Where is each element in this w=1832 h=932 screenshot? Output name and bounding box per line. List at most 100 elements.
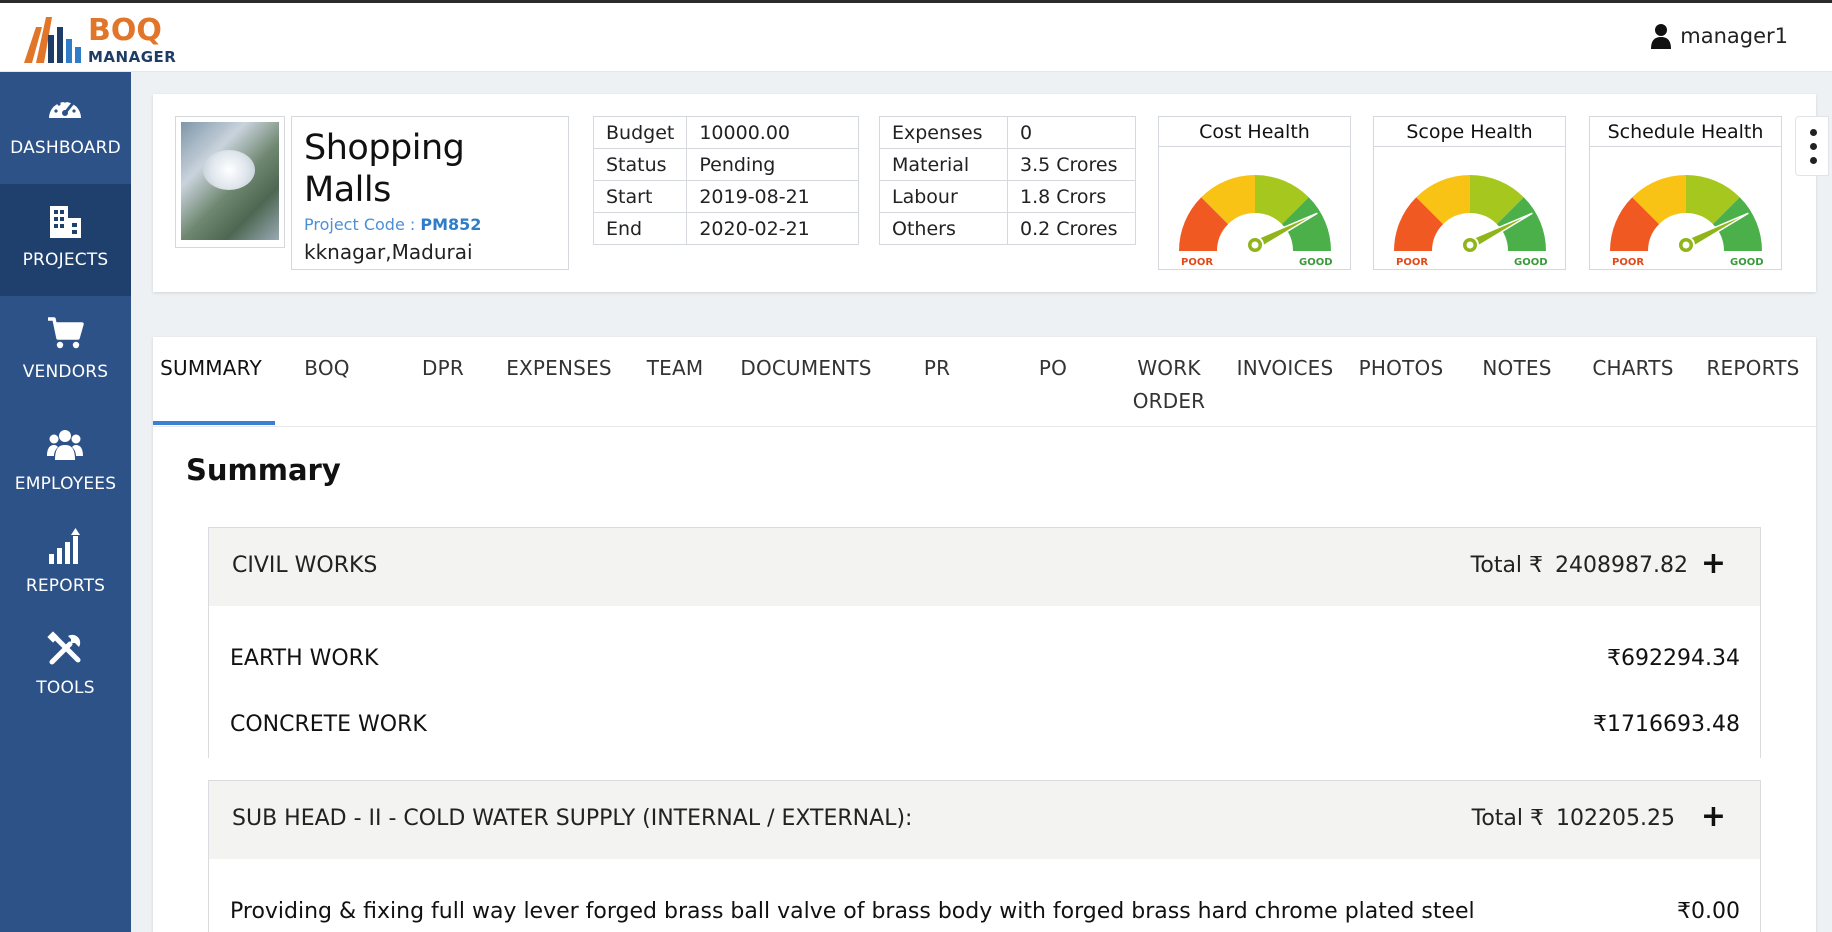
tab-charts[interactable]: CHARTS [1575, 337, 1691, 427]
project-info: Shopping Malls Project Code : PM852 kkna… [291, 116, 569, 270]
item-value: ₹1716693.48 [1593, 712, 1740, 737]
info-value: 10000.00 [686, 116, 860, 149]
sidebar-item-label: DASHBOARD [10, 138, 121, 158]
sidebar-item-employees[interactable]: EMPLOYEES [0, 408, 131, 520]
sidebar-item-tools[interactable]: TOOLS [0, 612, 131, 724]
project-name: Shopping Malls [304, 128, 465, 210]
group-header[interactable]: SUB HEAD - II - COLD WATER SUPPLY (INTER… [209, 781, 1760, 859]
table-row: Budget 10000.00 [592, 116, 860, 149]
total-value: 2408987.82 [1555, 553, 1688, 578]
gauge-good-label: GOOD [1299, 257, 1333, 268]
tab-po[interactable]: PO [995, 337, 1111, 427]
list-item: EARTH WORK ₹692294.34 [209, 626, 1760, 692]
tab-documents[interactable]: DOCUMENTS [733, 337, 879, 427]
expand-icon[interactable]: + [1701, 546, 1726, 581]
project-code-value: PM852 [420, 215, 482, 234]
gauge-poor-label: POOR [1181, 257, 1213, 268]
cost-label: Labour [879, 180, 1008, 213]
expand-icon[interactable]: + [1701, 799, 1726, 834]
sidebar-item-dashboard[interactable]: DASHBOARD [0, 72, 131, 184]
tools-icon [47, 631, 81, 665]
sidebar-item-reports[interactable]: REPORTS [0, 510, 131, 622]
tab-reports[interactable]: REPORTS [1691, 337, 1815, 427]
gauge-hub-center [1682, 241, 1690, 249]
table-row: Status Pending [592, 148, 860, 181]
info-value: Pending [686, 148, 860, 181]
table-row: End 2020-02-21 [592, 212, 860, 245]
table-row: Labour 1.8 Crors [879, 180, 1136, 213]
project-header-card: Shopping Malls Project Code : PM852 kkna… [153, 94, 1829, 292]
cost-health-gauge: Cost Health POOR GOOD [1158, 116, 1351, 270]
tab-invoices[interactable]: INVOICES [1227, 337, 1343, 427]
project-info-table: Budget 10000.00 Status Pending Start 2019-0… [592, 116, 860, 245]
username: manager1 [1680, 24, 1788, 48]
group-header[interactable]: CIVIL WORKS Total ₹ 2408987.82 + [209, 528, 1760, 606]
summary-title: Summary [186, 453, 341, 487]
summary-group-civil-works: CIVIL WORKS Total ₹ 2408987.82 + EARTH WO… [208, 527, 1761, 758]
gauge-dial: POOR GOOD [1394, 175, 1548, 268]
sidebar-item-label: EMPLOYEES [14, 474, 117, 494]
scope-health-gauge: Scope Health POOR GOOD [1373, 116, 1566, 270]
info-label: Start [592, 180, 688, 213]
building-icon [50, 206, 81, 238]
tab-dpr[interactable]: DPR [385, 337, 501, 427]
app-logo[interactable]: BOQ MANAGER [22, 9, 176, 69]
project-detail-card: SUMMARY BOQ DPR EXPENSES TEAM DOCUMENTS … [153, 337, 1816, 932]
project-location: kknagar,Madurai [304, 240, 473, 264]
total-label: Total ₹ [1471, 806, 1545, 831]
cost-value: 1.8 Crors [1007, 180, 1136, 213]
info-value: 2020-02-21 [686, 212, 860, 245]
gauge-title: Cost Health [1159, 117, 1350, 147]
app-header: BOQ MANAGER manager1 [0, 3, 1832, 72]
project-cost-table: Expenses 0 Material 3.5 Crores Labour 1.8 C… [879, 116, 1136, 245]
group-name: CIVIL WORKS [232, 553, 378, 578]
logo-buildings-icon [24, 17, 81, 63]
tab-work-order[interactable]: WORK ORDER [1111, 337, 1227, 427]
sidebar-item-label: REPORTS [25, 576, 106, 596]
user-menu[interactable]: manager1 [1650, 23, 1788, 49]
user-icon [1651, 24, 1672, 49]
tab-boq[interactable]: BOQ [269, 337, 385, 427]
cost-label: Material [879, 148, 1008, 181]
item-value: ₹0.00 [1677, 899, 1740, 924]
project-code: Project Code : PM852 [304, 215, 556, 234]
sidebar-item-vendors[interactable]: VENDORS [0, 296, 131, 408]
item-name: EARTH WORK [230, 646, 379, 671]
more-options-icon[interactable] [1795, 116, 1829, 176]
gauge-title: Scope Health [1374, 117, 1565, 147]
schedule-health-gauge: Schedule Health POOR GOOD [1589, 116, 1782, 270]
cost-value: 0 [1007, 116, 1136, 149]
gauge-poor-label: POOR [1612, 257, 1644, 268]
bar-chart-icon [49, 528, 80, 564]
tab-team[interactable]: TEAM [617, 337, 733, 427]
project-image [181, 122, 279, 240]
info-value: 2019-08-21 [686, 180, 860, 213]
cost-label: Expenses [879, 116, 1008, 149]
item-name: Providing & fixing full way lever forged… [230, 899, 1475, 924]
sidebar-item-projects[interactable]: PROJECTS [0, 184, 131, 296]
group-total: Total ₹ 102205.25 [1460, 806, 1675, 831]
total-value: 102205.25 [1556, 806, 1675, 831]
table-row: Others 0.2 Crores [879, 212, 1136, 245]
project-thumbnail[interactable] [175, 116, 285, 248]
project-code-label: Project Code : [304, 215, 421, 234]
group-total: Total ₹ 2408987.82 [1459, 553, 1688, 578]
logo-text-boq: BOQ [88, 13, 162, 48]
total-label: Total ₹ [1470, 553, 1544, 578]
sidebar: DASHBOARD PROJECTS VENDORS EMPLOYEES REP… [0, 72, 131, 932]
tab-photos[interactable]: PHOTOS [1343, 337, 1459, 427]
gauge-hub-center [1466, 241, 1474, 249]
gauge-poor-label: POOR [1396, 257, 1428, 268]
logo-text-manager: MANAGER [88, 48, 177, 66]
sidebar-item-label: PROJECTS [22, 250, 109, 270]
group-name: SUB HEAD - II - COLD WATER SUPPLY (INTER… [232, 806, 913, 831]
table-row: Expenses 0 [879, 116, 1136, 149]
gauge-good-label: GOOD [1730, 257, 1764, 268]
gauge-dial: POOR GOOD [1610, 175, 1764, 268]
table-row: Start 2019-08-21 [592, 180, 860, 213]
tab-pr[interactable]: PR [879, 337, 995, 427]
tab-expenses[interactable]: EXPENSES [501, 337, 617, 427]
tab-notes[interactable]: NOTES [1459, 337, 1575, 427]
tab-summary[interactable]: SUMMARY [153, 337, 269, 427]
item-name: CONCRETE WORK [230, 712, 427, 737]
